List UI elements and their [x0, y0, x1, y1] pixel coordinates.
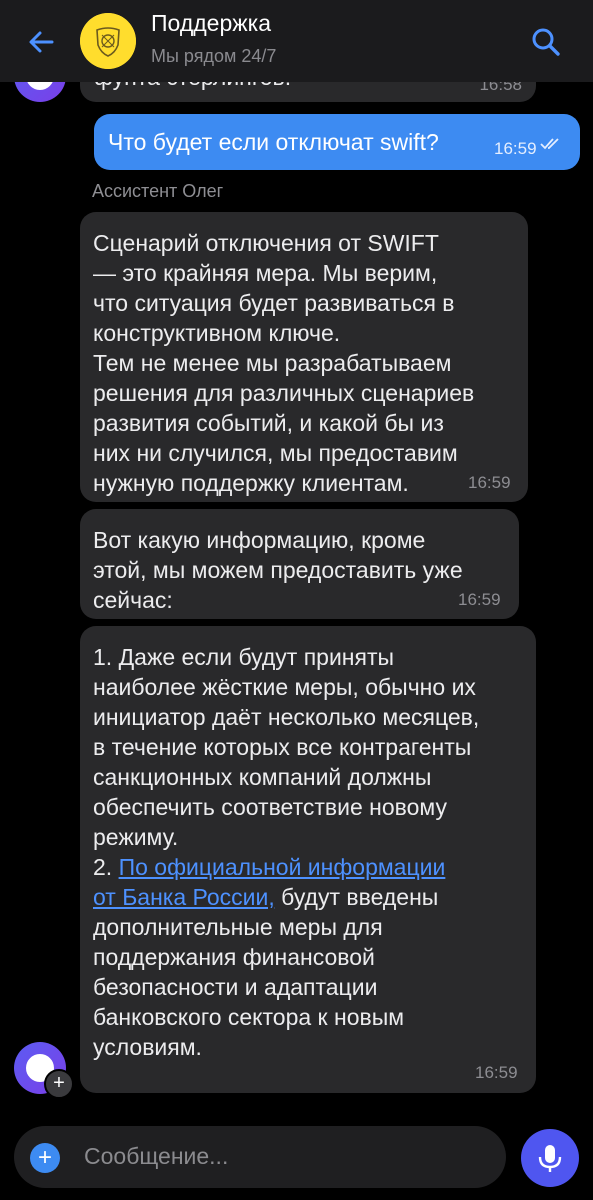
message-time: 16:59 [468, 473, 511, 492]
incoming-message[interactable]: Вот какую информацию, кроме этой, мы мож… [80, 509, 519, 619]
message-input[interactable]: Сообщение... [84, 1143, 228, 1170]
plus-icon[interactable]: + [30, 1143, 60, 1173]
mic-button[interactable] [521, 1129, 579, 1187]
search-icon[interactable] [526, 22, 566, 62]
double-check-icon [540, 138, 559, 150]
message-time: 16:59 [475, 1063, 518, 1082]
tinkoff-bank-logo[interactable] [80, 13, 136, 69]
message-text-part: 1. Даже если будут приняты наиболее жёст… [93, 644, 480, 880]
message-time: 16:59 [494, 139, 537, 158]
message-text: Сценарий отключения от SWIFT — это крайн… [93, 230, 475, 496]
sender-name: Ассистент Олег [92, 181, 224, 201]
message-text: 1. Даже если будут приняты наиболее жёст… [93, 642, 526, 1062]
microphone-icon [538, 1145, 562, 1172]
incoming-message[interactable]: 1. Даже если будут приняты наиболее жёст… [80, 626, 536, 1093]
message-time: 16:59 [458, 590, 501, 609]
chat-subtitle: Мы рядом 24/7 [151, 46, 277, 66]
shield-icon [80, 13, 136, 69]
message-text: Вот какую информацию, кроме этой, мы мож… [93, 527, 463, 613]
chat-title: Поддержка [151, 10, 271, 36]
message-text-part: будут введены дополнительные меры для по… [93, 884, 439, 1060]
chat-area[interactable]: фунта стерлингов. 16:58 Что будет если о… [0, 0, 593, 1125]
outgoing-message[interactable]: Что будет если отключат swift? 16:59 [94, 114, 580, 170]
arrow-left-icon[interactable] [22, 22, 62, 62]
incoming-message[interactable]: Сценарий отключения от SWIFT — это крайн… [80, 212, 528, 502]
message-text: Что будет если отключат swift? [108, 129, 439, 155]
chat-header: Поддержка Мы рядом 24/7 [0, 0, 593, 82]
message-input-bar[interactable]: + Сообщение... [14, 1126, 506, 1188]
avatar-plus-icon[interactable]: + [44, 1069, 74, 1099]
